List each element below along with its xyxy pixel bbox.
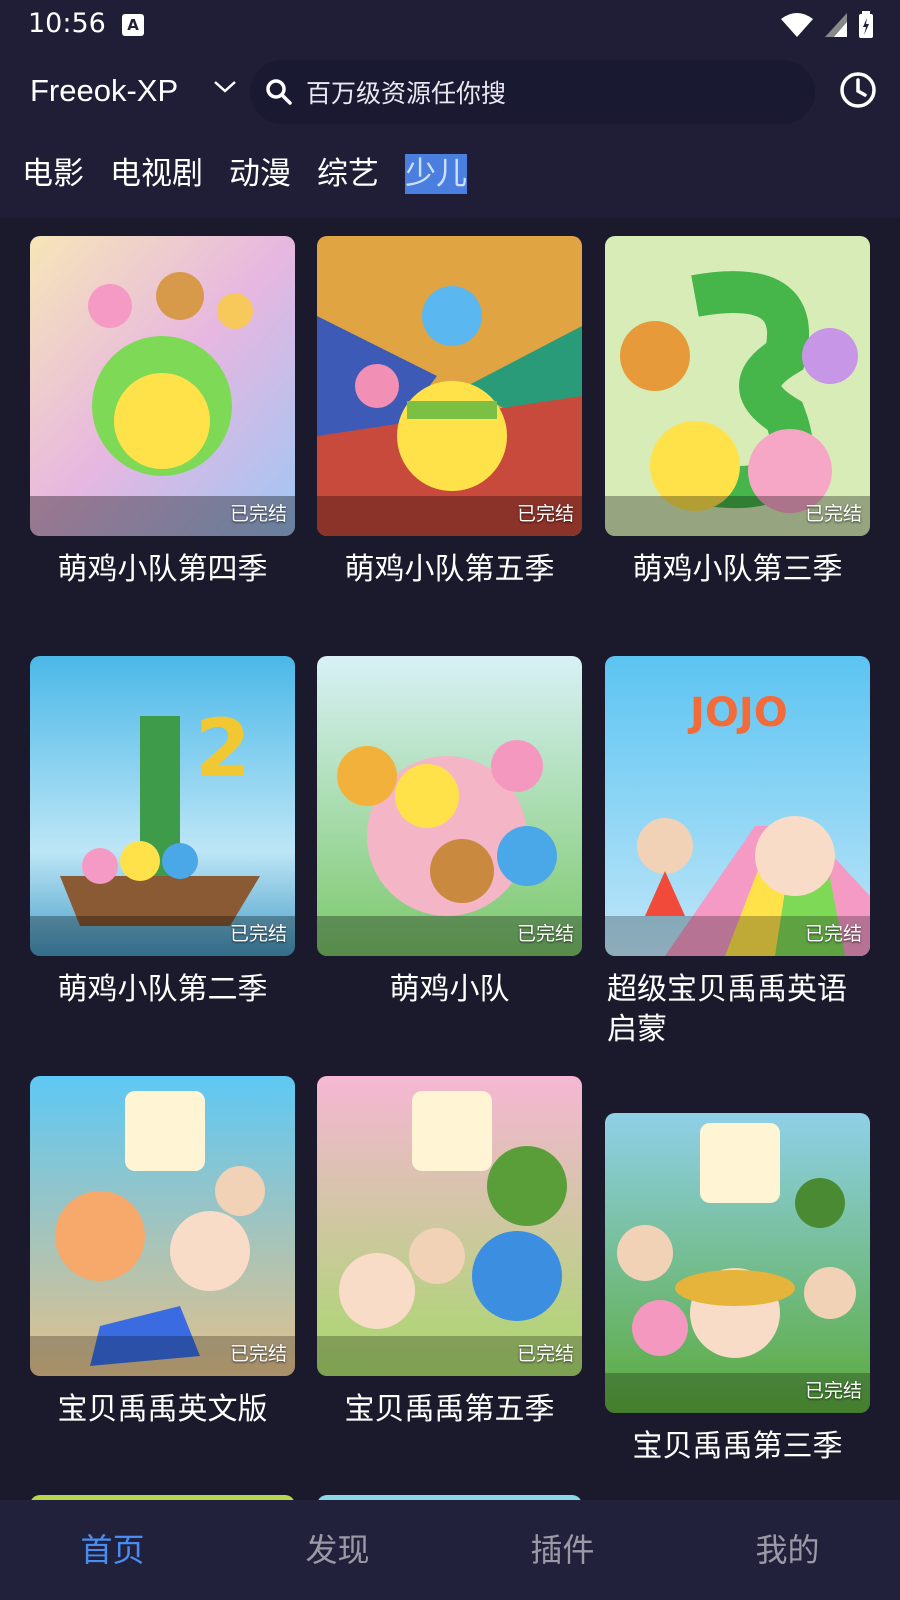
nav-home[interactable]: 首页 — [0, 1500, 225, 1600]
status-badge: 已完结 — [804, 503, 862, 525]
status-icons — [780, 10, 874, 40]
status-badge: 已完结 — [229, 503, 287, 525]
poster-image — [317, 236, 582, 536]
poster-image: 2 — [30, 656, 295, 956]
chevron-down-icon[interactable] — [212, 76, 238, 96]
poster[interactable]: 已完结 — [317, 656, 582, 956]
video-card[interactable]: 已完结 宝贝禹禹第三季 — [605, 1113, 870, 1467]
bottom-navigation: 首页 发现 插件 我的 — [0, 1500, 900, 1600]
tab-movie[interactable]: 电影 — [22, 154, 84, 194]
video-card[interactable]: 2 已完结 萌鸡小队第二季 — [30, 656, 295, 1010]
source-selector[interactable]: Freeok-XP — [30, 68, 178, 114]
svg-text:2: 2 — [195, 702, 251, 795]
tab-anime[interactable]: 动漫 — [229, 154, 291, 194]
video-card[interactable]: 已完结 萌鸡小队第五季 — [317, 236, 582, 590]
svg-text:JOJO: JOJO — [687, 690, 788, 736]
card-title: 萌鸡小队第五季 — [344, 552, 555, 587]
tab-kids[interactable]: 少儿 — [405, 154, 467, 194]
poster[interactable]: 已完结 — [30, 236, 295, 536]
battery-icon — [859, 11, 873, 38]
status-badge: 已完结 — [516, 923, 574, 945]
poster[interactable]: 已完结 — [317, 1076, 582, 1376]
poster[interactable]: 已完结 — [317, 236, 582, 536]
history-clock-icon[interactable] — [838, 70, 878, 110]
poster-image — [317, 656, 582, 956]
search-placeholder: 百万级资源任你搜 — [306, 79, 507, 108]
nav-plugins[interactable]: 插件 — [450, 1500, 675, 1600]
poster[interactable]: 已完结 — [30, 1076, 295, 1376]
app-header: Freeok-XP 百万级资源任你搜 — [0, 50, 900, 130]
content-grid: 已完结 萌鸡小队第四季 已完结 萌鸡小队第五季 已完结 萌鸡小队第三季 2 已完… — [0, 218, 900, 1500]
video-card[interactable]: 已完结 宝贝禹禹第五季 — [317, 1076, 582, 1430]
poster[interactable]: 2 已完结 — [30, 656, 295, 956]
video-card[interactable]: 已完结 萌鸡小队第四季 — [30, 236, 295, 590]
source-name: Freeok-XP — [30, 73, 179, 108]
status-badge: 已完结 — [516, 1343, 574, 1365]
poster-image — [317, 1076, 582, 1376]
poster-image — [30, 1076, 295, 1376]
video-card[interactable]: 已完结 宝贝禹禹英文版 — [30, 1076, 295, 1430]
card-title: 萌鸡小队 — [389, 972, 510, 1007]
status-time: 10:56 — [28, 8, 106, 39]
video-card[interactable]: JOJO 已完结 超级宝贝禹禹英语启蒙 — [605, 656, 870, 1050]
search-icon — [266, 79, 292, 105]
signal-icon — [825, 13, 847, 37]
card-title: 宝贝禹禹英文版 — [57, 1392, 268, 1427]
nav-discover[interactable]: 发现 — [225, 1500, 450, 1600]
tab-variety[interactable]: 综艺 — [317, 154, 379, 194]
search-bar[interactable]: 百万级资源任你搜 — [250, 60, 815, 124]
status-badge: 已完结 — [804, 1380, 862, 1402]
video-card[interactable]: 已完结 萌鸡小队第三季 — [605, 236, 870, 590]
card-title: 宝贝禹禹第五季 — [344, 1392, 555, 1427]
video-card[interactable]: 已完结 萌鸡小队 — [317, 656, 582, 1010]
poster-image — [605, 1113, 870, 1413]
card-title: 萌鸡小队第四季 — [57, 552, 268, 587]
poster-image — [30, 236, 295, 536]
status-badge: 已完结 — [229, 923, 287, 945]
status-badge: 已完结 — [804, 923, 862, 945]
poster[interactable]: JOJO 已完结 — [605, 656, 870, 956]
poster-image — [605, 236, 870, 536]
category-tabs: 电影 电视剧 动漫 综艺 少儿 — [0, 130, 900, 218]
poster[interactable]: 已完结 — [605, 1113, 870, 1413]
a-badge-icon: A — [122, 14, 144, 36]
status-bar: 10:56 A — [0, 0, 900, 50]
status-badge: 已完结 — [516, 503, 574, 525]
status-badge: 已完结 — [229, 1343, 287, 1365]
wifi-icon — [781, 13, 813, 37]
poster-image: JOJO — [605, 656, 870, 956]
card-title: 萌鸡小队第三季 — [632, 552, 843, 587]
card-title: 超级宝贝禹禹英语启蒙 — [607, 972, 847, 1047]
card-title: 萌鸡小队第二季 — [57, 972, 268, 1007]
nav-mine[interactable]: 我的 — [675, 1500, 900, 1600]
card-title: 宝贝禹禹第三季 — [632, 1429, 843, 1464]
poster[interactable]: 已完结 — [605, 236, 870, 536]
tab-tv-series[interactable]: 电视剧 — [110, 154, 203, 194]
